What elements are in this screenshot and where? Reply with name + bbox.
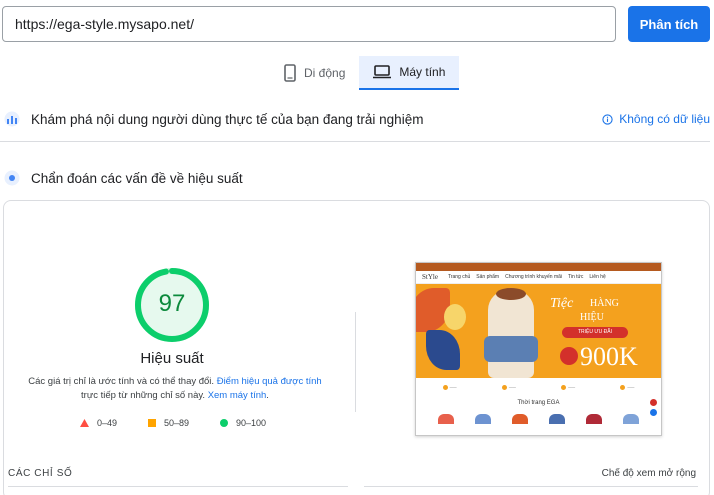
product-thumb <box>622 414 639 424</box>
circle-icon <box>220 419 228 427</box>
product-thumb <box>585 414 602 424</box>
legend-average-label: 50–89 <box>164 418 190 428</box>
legend-pass: 90–100 <box>220 418 266 428</box>
screenshot-features: —— —— —— —— <box>416 378 661 396</box>
url-input[interactable] <box>2 6 616 42</box>
screenshot-nav-item: Trang chủ <box>447 274 471 280</box>
screenshot-nav-item: Liên hệ <box>589 274 606 280</box>
feature-item: —— <box>620 384 634 390</box>
score-value: 97 <box>158 290 186 317</box>
legend-average: 50–89 <box>148 418 189 428</box>
description-text-2: trực tiếp từ những chỉ số này. <box>81 390 208 401</box>
screenshot-side-button <box>650 409 657 416</box>
tab-mobile-label: Di động <box>304 66 346 80</box>
legend-fail-label: 0–49 <box>97 418 118 428</box>
tab-desktop-label: Máy tính <box>399 65 446 79</box>
legend-pass-label: 90–100 <box>236 418 267 428</box>
expand-view-toggle[interactable]: Chế độ xem mở rộng <box>602 468 696 479</box>
screenshot-topbar <box>416 263 661 271</box>
device-tabs: Di động Máy tính <box>270 56 460 90</box>
triangle-icon <box>80 419 89 427</box>
screenshot-nav-item: Chương trình khuyến mãi <box>505 274 563 280</box>
info-icon <box>602 113 613 125</box>
field-data-section: Khám phá nội dung người dùng thực tế của… <box>0 109 714 129</box>
screenshot-nav-item: Sản phẩm <box>476 274 500 280</box>
field-data-title: Khám phá nội dung người dùng thực tế của… <box>31 111 424 127</box>
description-text-1: Các giá trị chỉ là ước tính và có thể th… <box>28 376 217 387</box>
square-icon <box>148 419 156 427</box>
performance-label: Hiệu suất <box>140 350 204 367</box>
score-description: Các giá trị chỉ là ước tính và có thể th… <box>20 375 330 403</box>
tab-mobile[interactable]: Di động <box>270 56 359 90</box>
banner-price: 900K <box>580 342 638 371</box>
banner-leaf <box>426 330 460 370</box>
banner-model-hat <box>496 288 526 300</box>
metrics-divider <box>364 486 698 487</box>
no-data-status[interactable]: Không có dữ liệu <box>602 112 710 126</box>
screenshot-logo: StYle <box>422 273 438 281</box>
banner-script: Tiệc <box>550 296 574 311</box>
product-thumb <box>548 414 565 424</box>
product-thumb <box>512 414 529 424</box>
analyze-button[interactable]: Phân tích <box>628 6 710 42</box>
phone-icon <box>284 64 296 82</box>
banner-pill: TRIỆU ƯU ĐÃI <box>562 327 628 338</box>
diagnose-title: Chẩn đoán các vấn đề về hiệu suất <box>31 170 243 186</box>
metrics-divider <box>8 486 348 487</box>
score-calc-link[interactable]: Điểm hiệu quả được tính <box>217 376 322 387</box>
screenshot-products <box>416 414 661 424</box>
feature-item: —— <box>442 384 457 390</box>
diagnose-icon <box>3 169 21 187</box>
product-thumb <box>475 414 492 424</box>
diagnose-section: Chẩn đoán các vấn đề về hiệu suất <box>0 168 714 188</box>
banner-dot <box>560 347 578 365</box>
calculator-link[interactable]: Xem máy tính <box>208 390 267 401</box>
banner-model <box>488 290 534 378</box>
screenshot-section-title: Thời trang EGA <box>517 400 560 406</box>
metrics-header: CÁC CHỈ SỐ <box>8 468 73 479</box>
feature-item: —— <box>501 384 516 390</box>
banner-line1: HÀNG <box>590 298 619 309</box>
banner-leaf <box>444 304 466 330</box>
section-divider <box>0 141 710 142</box>
screenshot-nav-item: Tin tức <box>568 274 584 280</box>
screenshot-banner: Tiệc HÀNG HIỆU TRIỆU ƯU ĐÃI 900K <box>416 284 661 378</box>
no-data-label: Không có dữ liệu <box>619 112 710 126</box>
tab-desktop[interactable]: Máy tính <box>359 56 460 90</box>
product-thumb <box>438 414 455 424</box>
field-data-icon <box>3 110 21 128</box>
banner-model-skirt <box>484 336 538 362</box>
page-screenshot: StYle Trang chủ Sản phẩm Chương trình kh… <box>415 262 662 436</box>
card-divider <box>355 312 356 412</box>
feature-item: —— <box>561 384 575 390</box>
description-text-3: . <box>266 390 269 401</box>
legend-fail: 0–49 <box>80 418 117 428</box>
desktop-icon <box>373 65 392 79</box>
banner-line2: HIỆU <box>580 312 604 323</box>
screenshot-side-button <box>650 399 657 406</box>
screenshot-nav: StYle Trang chủ Sản phẩm Chương trình kh… <box>416 271 661 284</box>
